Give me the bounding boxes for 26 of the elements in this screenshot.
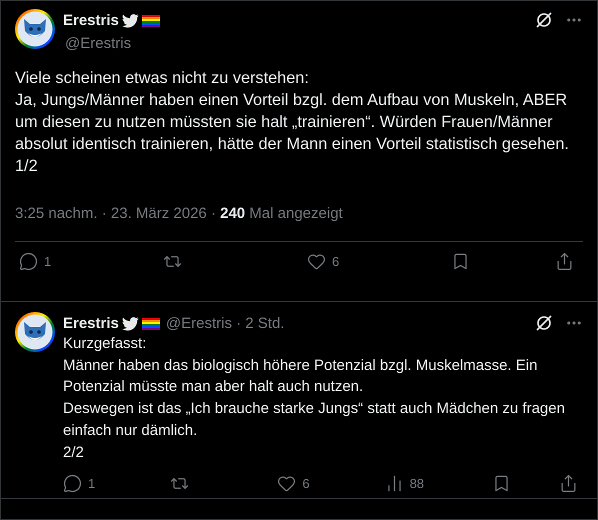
reply-icon[interactable] [63,474,82,494]
share-icon[interactable] [558,474,578,494]
heart-icon[interactable] [307,252,326,271]
action-count: 1 [88,476,96,492]
action-count: 6 [302,476,310,492]
post-text: Kurzgefasst: Männer haben das biologisch höhere Potenzial bzgl. Muskelmasse. Ein Potenzial müsste man aber halt auch nutzen. Deswegen ist das „Ich brauche starke Jungs“ statt auch Mädchen zu fragen einfach nur dämlich. 2/2 [63,334,566,463]
post-text: Viele scheinen etwas nicht zu verstehen: Ja, Jungs/Männer haben einen Vorteil bzgl. dem Aufbau von Muskeln, ABER um diesen zu nutzen müssten sie halt „trainieren“. Würden Frauen/Männer absolut identisch trainieren, hätte der Mann einen Vorteil statistisch gesehen. 1/2 [15,68,570,177]
rainbow-flag-icon [142,14,160,28]
author-handle[interactable]: @Erestris · 2 Std. [166,315,284,332]
heart-icon[interactable] [277,474,296,494]
slashed-circle-icon[interactable] [535,11,553,29]
share-icon[interactable] [555,252,574,271]
bird-icon [122,316,139,330]
action-count: 1 [44,254,52,269]
author-name[interactable]: Erestris [63,12,119,29]
slashed-circle-icon[interactable] [535,314,553,332]
rainbow-flag-icon [142,316,160,330]
action-count: 6 [332,254,340,269]
avatar-drawing[interactable] [15,9,55,49]
author-handle[interactable]: @Erestris [65,35,527,52]
avatar-drawing[interactable] [15,312,55,352]
reply-icon[interactable] [19,252,38,271]
bird-icon [122,14,139,28]
author-name[interactable]: Erestris [63,315,119,332]
action-count: 88 [410,476,424,492]
post-meta: 3:25 nachm. · 23. März 2026 · 240 Mal angezeigt [15,205,344,222]
